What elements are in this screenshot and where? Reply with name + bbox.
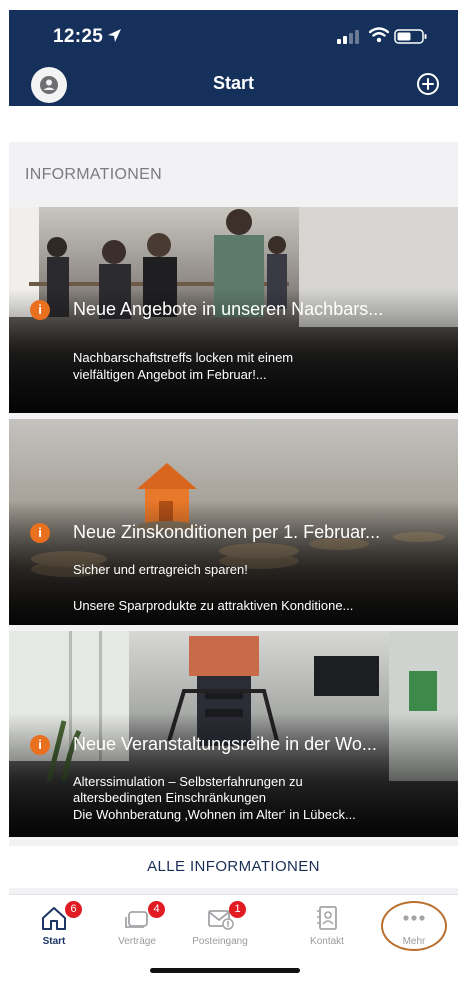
home-icon [42,907,66,930]
card-text: Unsere Sparprodukte zu attraktiven Kondi… [73,598,354,613]
tab-label: Posteingang [192,936,248,947]
badge-count: 6 [65,901,82,918]
card-text: Sicher und ertragreich sparen! [73,562,248,577]
header-spacer [9,106,458,142]
card-text: Die Wohnberatung ‚Wohnen im Alter‘ in Lü… [73,807,356,822]
tab-start[interactable]: 6 Start [14,901,94,947]
home-indicator [150,968,300,973]
location-arrow-icon [108,29,121,42]
tab-more[interactable]: Mehr [374,905,454,947]
info-card[interactable]: i Neue Veranstaltungsreihe in der Wo... … [9,631,458,837]
info-icon: i [30,300,50,320]
all-information-button[interactable]: ALLE INFORMATIONEN [9,846,458,888]
contracts-icon [125,911,148,928]
status-bar: 12:25 [9,10,458,62]
status-time: 12:25 [53,26,104,47]
battery-icon [394,29,427,44]
card-text: Alterssimulation – Selbsterfahrungen zu [73,774,303,789]
card-text: altersbedingten Einschränkungen [73,790,266,805]
cellular-signal-icon [337,30,359,44]
app-screen: 12:25 Start INFORMATIONEN i Neue Angebot… [9,10,458,986]
tab-label: Kontakt [310,936,344,947]
tab-label: Verträge [118,936,156,947]
info-icon: i [30,735,50,755]
wifi-icon [369,27,389,43]
add-button[interactable] [415,71,441,97]
card-text: vielfältigen Angebot im Februar!... [73,367,267,382]
tab-contact[interactable]: Kontakt [287,905,367,947]
tab-label: Mehr [402,936,426,947]
tab-contracts[interactable]: 4 Verträge [97,901,177,947]
info-icon: i [30,523,50,543]
app-header: 12:25 Start [9,10,458,106]
page-title: Start [212,73,254,93]
badge-count: 1 [229,901,246,918]
info-card[interactable]: i Neue Angebote in unseren Nachbars... N… [9,207,458,413]
section-title: INFORMATIONEN [25,166,162,183]
more-icon [403,915,425,921]
card-title: Neue Zinskonditionen per 1. Februar... [73,522,381,542]
card-title: Neue Veranstaltungsreihe in der Wo... [73,734,377,754]
tab-label: Start [42,936,66,947]
contact-icon [317,906,337,930]
badge-count: 4 [148,901,165,918]
tab-inbox[interactable]: 1 Posteingang [180,901,260,947]
card-title: Neue Angebote in unseren Nachbars... [73,299,384,319]
card-text: Nachbarschaftstreffs locken mit einem [73,350,294,365]
info-card[interactable]: i Neue Zinskonditionen per 1. Februar...… [9,419,458,625]
